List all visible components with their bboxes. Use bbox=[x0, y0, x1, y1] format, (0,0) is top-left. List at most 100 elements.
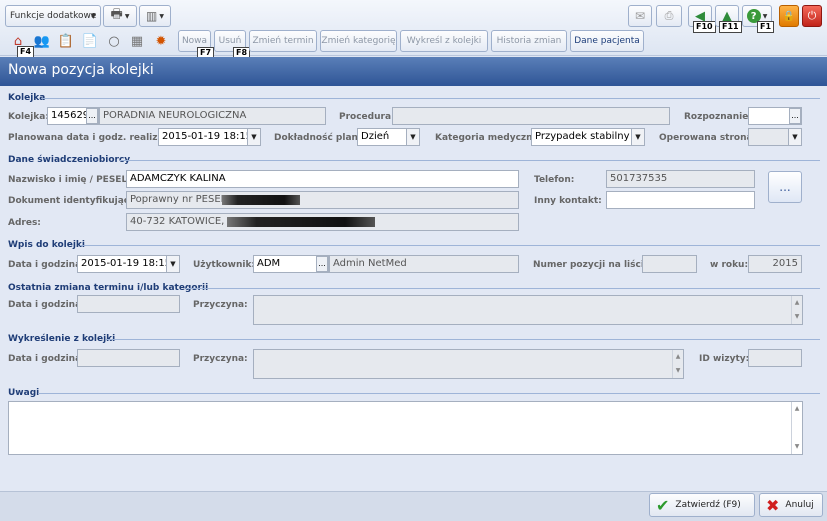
dokladnosc-label: Dokładność plan.: bbox=[274, 133, 365, 143]
operowana-select[interactable]: ▼ bbox=[748, 128, 802, 146]
zatwierdz-label: Zatwierdź (F9) bbox=[675, 500, 741, 510]
chevron-down-icon: ▼ bbox=[90, 12, 96, 20]
section-zmiana: Ostatnia zmiana terminu i/lub kategorii bbox=[8, 283, 209, 293]
kategoria-select[interactable]: Przypadek stabilny ▼ bbox=[531, 128, 645, 146]
dokument-field: Poprawny nr PESEL bbox=[126, 191, 519, 209]
print-button[interactable]: 🖶 ▼ bbox=[103, 5, 137, 27]
section-divider bbox=[80, 245, 820, 246]
chevron-down-icon[interactable]: ▼ bbox=[247, 129, 260, 145]
zmien-termin-button[interactable]: Zmień termin bbox=[249, 30, 317, 52]
scrollbar[interactable]: ▲ ▼ bbox=[791, 296, 802, 324]
section-kolejka: Kolejka bbox=[8, 93, 46, 103]
section-divider bbox=[42, 98, 820, 99]
adres-label: Adres: bbox=[8, 218, 41, 228]
nazwisko-field[interactable]: ADAMCZYK KALINA bbox=[126, 170, 519, 188]
lock-button[interactable]: 🔒 bbox=[779, 5, 799, 27]
scrollbar[interactable]: ▲ ▼ bbox=[672, 350, 683, 378]
chevron-down-icon[interactable]: ▼ bbox=[788, 129, 801, 145]
dane-pacjenta-button[interactable]: Dane pacjenta bbox=[570, 30, 644, 52]
inny-kontakt-field[interactable] bbox=[606, 191, 755, 209]
section-wykreslenie: Wykreślenie z kolejki bbox=[8, 334, 116, 344]
zmiana-data-label: Data i godzina: bbox=[8, 300, 85, 310]
rok-field: 2015 bbox=[748, 255, 802, 273]
zmiana-przyczyna-field: ▲ ▼ bbox=[253, 295, 803, 325]
wpis-date-picker[interactable]: 2015-01-19 18:15 ▼ bbox=[77, 255, 180, 273]
funkcje-dodatkowe-dropdown[interactable]: Funkcje dodatkowe ▼ bbox=[5, 5, 101, 27]
uwagi-textarea[interactable]: ▲ ▼ bbox=[8, 401, 803, 455]
numer-pozycji-field bbox=[642, 255, 697, 273]
kolejka-name-field: PORADNIA NEUROLOGICZNA bbox=[99, 107, 326, 125]
historia-zmian-button[interactable]: Historia zmian bbox=[491, 30, 567, 52]
chevron-down-icon[interactable]: ▼ bbox=[166, 256, 179, 272]
scrollbar[interactable]: ▲ ▼ bbox=[791, 402, 802, 454]
more-options-button[interactable]: ... bbox=[768, 171, 802, 203]
dokladnosc-value: Dzień bbox=[361, 131, 390, 142]
procedura-label: Procedura: bbox=[339, 112, 395, 122]
power-button[interactable]: ⏻ bbox=[802, 5, 822, 27]
rozpoznanie-picker-button[interactable]: ... bbox=[789, 108, 801, 124]
document-icon[interactable]: 📄 bbox=[80, 31, 100, 51]
calendar-icon[interactable]: ▦ bbox=[127, 31, 147, 51]
section-divider bbox=[38, 393, 820, 394]
rozpoznanie-label: Rozpoznanie: bbox=[684, 112, 752, 122]
kolejka-code-field[interactable]: 145629 ... bbox=[47, 107, 99, 125]
planowana-value: 2015-01-19 18:15 bbox=[162, 131, 253, 142]
numer-pozycji-label: Numer pozycji na liście: bbox=[533, 260, 654, 270]
close-icon: ✖ bbox=[766, 495, 780, 515]
kolejka-label: Kolejka: bbox=[8, 112, 49, 122]
columns-icon: ▥ bbox=[146, 9, 158, 23]
funkcje-dodatkowe-label: Funkcje dodatkowe bbox=[10, 11, 97, 21]
section-divider bbox=[120, 160, 820, 161]
checkmark-icon: ✔ bbox=[656, 495, 670, 515]
redacted-block bbox=[222, 195, 300, 205]
export-icon: ⎙ bbox=[664, 9, 674, 22]
section-wpis: Wpis do kolejki bbox=[8, 240, 85, 250]
users-icon[interactable]: 👥 bbox=[32, 31, 52, 51]
inny-kontakt-label: Inny kontakt: bbox=[534, 196, 602, 206]
wykreslenie-data-field bbox=[77, 349, 180, 367]
chevron-down-icon[interactable]: ▼ bbox=[631, 129, 644, 145]
wykreslenie-data-label: Data i godzina: bbox=[8, 354, 85, 364]
kolejka-picker-button[interactable]: ... bbox=[86, 108, 98, 124]
uzytkownik-code: ADM bbox=[257, 258, 281, 269]
circle-icon[interactable]: ○ bbox=[104, 31, 124, 51]
kategoria-value: Przypadek stabilny bbox=[535, 131, 630, 142]
gear-icon[interactable]: ✹ bbox=[151, 31, 171, 51]
uzytkownik-label: Użytkownik: bbox=[193, 260, 256, 270]
adres-value: 40-732 KATOWICE, u bbox=[130, 216, 234, 227]
zatwierdz-button[interactable]: ✔ Zatwierdź (F9) bbox=[649, 493, 755, 517]
mail-icon: ✉ bbox=[634, 9, 646, 23]
telefon-field: 501737535 bbox=[606, 170, 755, 188]
dokladnosc-select[interactable]: Dzień ▼ bbox=[357, 128, 420, 146]
printer-icon: 🖶 bbox=[110, 7, 123, 22]
planowana-date-picker[interactable]: 2015-01-19 18:15 ▼ bbox=[158, 128, 261, 146]
section-divider bbox=[106, 339, 820, 340]
rok-label: w roku: bbox=[710, 260, 749, 270]
procedura-field bbox=[392, 107, 670, 125]
chevron-down-icon: ▼ bbox=[159, 12, 164, 20]
mail-button[interactable]: ✉ bbox=[628, 5, 652, 27]
kategoria-label: Kategoria medyczna: bbox=[435, 133, 543, 143]
chevron-down-icon: ▼ bbox=[124, 12, 130, 20]
toolbar: Funkcje dodatkowe ▼ 🖶 ▼ ▥ ▼ ⌂ F4 👥 📋 📄 ○… bbox=[0, 0, 827, 59]
chevron-down-icon[interactable]: ▼ bbox=[406, 129, 419, 145]
help-shortcut: F1 bbox=[757, 21, 775, 33]
up-shortcut: F11 bbox=[719, 21, 742, 33]
section-divider bbox=[186, 288, 820, 289]
wykreslenie-przyczyna-label: Przyczyna: bbox=[193, 354, 248, 364]
anuluj-button[interactable]: ✖ Anuluj bbox=[759, 493, 823, 517]
zmiana-przyczyna-label: Przyczyna: bbox=[193, 300, 248, 310]
clipboard-icon[interactable]: 📋 bbox=[56, 31, 76, 51]
rozpoznanie-field[interactable]: ... bbox=[748, 107, 802, 125]
section-swiadczeniobiorca: Dane świadczeniobiorcy bbox=[8, 155, 131, 165]
uzytkownik-code-field[interactable]: ADM ... bbox=[253, 255, 329, 273]
layout-button[interactable]: ▥ ▼ bbox=[139, 5, 171, 27]
uzytkownik-picker-button[interactable]: ... bbox=[316, 256, 328, 272]
back-shortcut: F10 bbox=[693, 21, 716, 33]
telefon-label: Telefon: bbox=[534, 175, 575, 185]
zmien-kategorie-button[interactable]: Zmień kategorię bbox=[320, 30, 397, 52]
zmiana-data-field bbox=[77, 295, 180, 313]
section-uwagi: Uwagi bbox=[8, 388, 40, 398]
export-button[interactable]: ⎙ bbox=[656, 5, 682, 27]
wykresl-button[interactable]: Wykreśl z kolejki bbox=[400, 30, 488, 52]
